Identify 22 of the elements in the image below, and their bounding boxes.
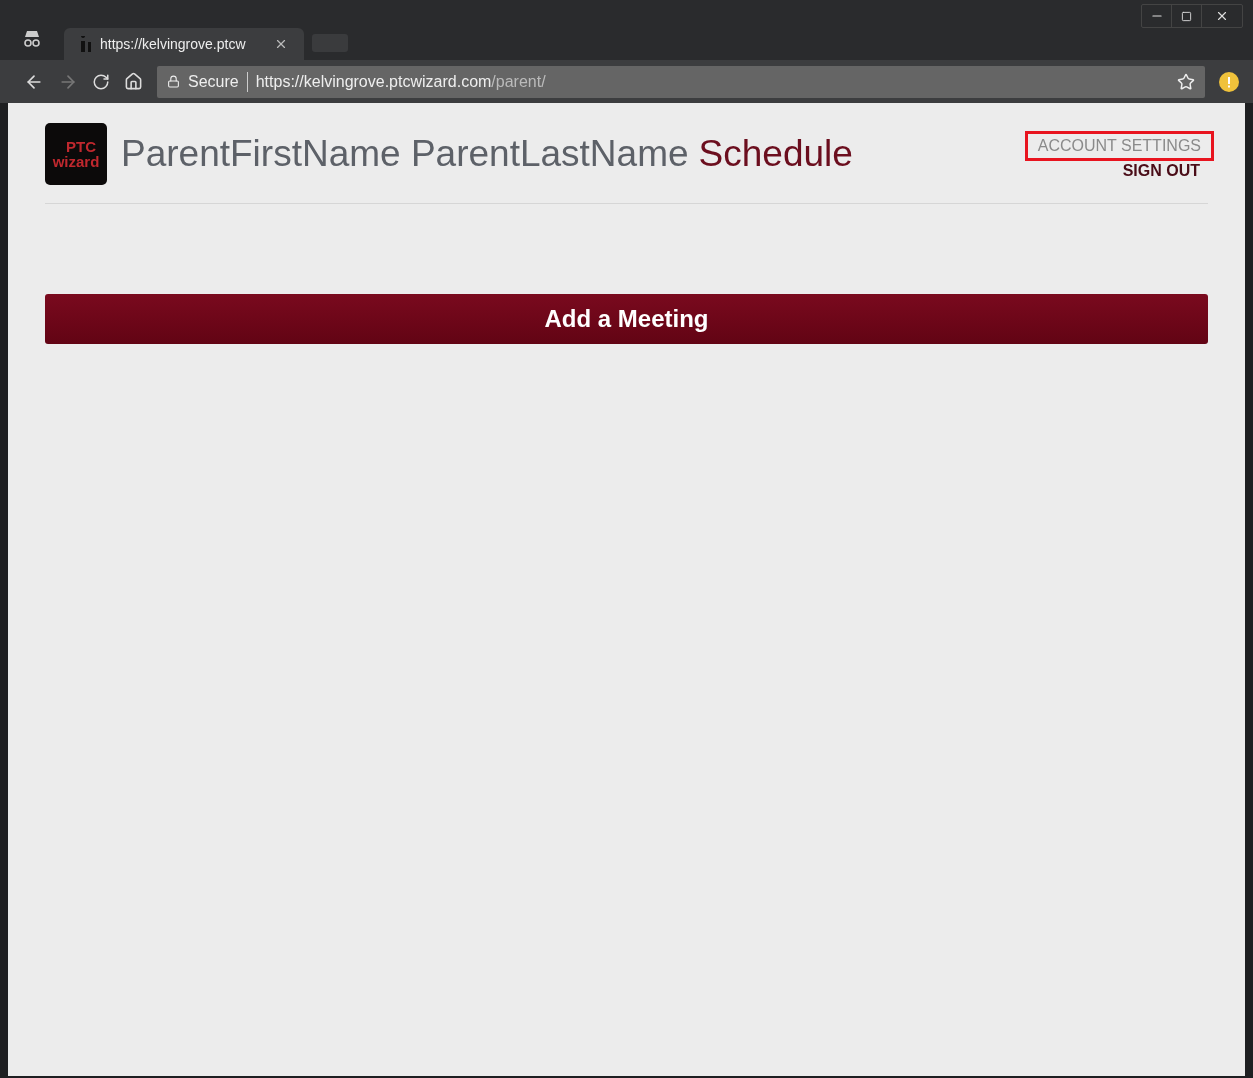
secure-label: Secure — [188, 71, 239, 92]
add-meeting-button[interactable]: Add a Meeting — [45, 294, 1208, 344]
lock-icon — [167, 75, 180, 88]
parent-name: ParentFirstName ParentLastName — [121, 135, 689, 172]
tab-title: https://kelvingrove.ptcw — [100, 34, 246, 54]
url-path: /parent/ — [491, 71, 546, 92]
address-bar[interactable]: Secure https://kelvingrove.ptcwizard.com/parent/ — [157, 65, 1205, 98]
home-icon[interactable] — [124, 72, 143, 91]
sign-out-link[interactable]: SIGN OUT — [1122, 163, 1214, 179]
page-title: Schedule — [698, 135, 853, 172]
browser-tab[interactable]: https://kelvingrove.ptcw — [64, 28, 304, 60]
warning-icon[interactable] — [1219, 71, 1239, 92]
people-icon — [80, 36, 92, 52]
reload-icon[interactable] — [92, 72, 110, 91]
close-tab-icon[interactable] — [274, 37, 288, 51]
bookmark-star-icon[interactable] — [1177, 72, 1195, 91]
url-host: https://kelvingrove.ptcwizard.com — [255, 71, 492, 92]
logo-text: PTC — [65, 139, 96, 154]
incognito-icon — [22, 28, 42, 48]
close-icon — [1215, 9, 1229, 23]
maximize-icon — [1181, 10, 1192, 22]
logo-text: wizard — [52, 154, 100, 169]
